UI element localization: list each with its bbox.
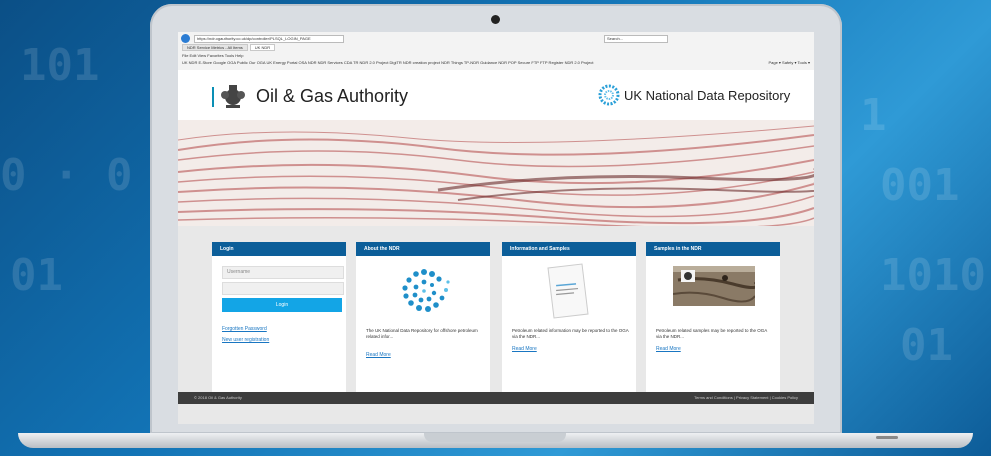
- core-sample-photo-icon: [673, 266, 755, 306]
- oga-title: Oil & Gas Authority: [256, 86, 409, 106]
- tab-uk-ndr[interactable]: UK NDR: [249, 44, 276, 51]
- seismic-banner-image: [178, 120, 814, 226]
- browser-chrome: https://ndr.ogauthority.co.uk/dp/control…: [178, 32, 814, 71]
- laptop-screen: https://ndr.ogauthority.co.uk/dp/control…: [178, 32, 814, 424]
- login-card: Login Username Login Forgotten Password …: [212, 242, 346, 398]
- web-page: Oil & Gas Authority UK National Data Rep…: [178, 70, 814, 424]
- background-binary-pattern: 0 · 0: [0, 150, 133, 201]
- samples-description: Petroleum related samples may be reporte…: [656, 328, 768, 339]
- menu-bar[interactable]: File Edit View Favorites Tools Help: [182, 53, 243, 58]
- background-binary-pattern: 1010: [880, 250, 986, 301]
- content-cards: Login Username Login Forgotten Password …: [212, 242, 780, 402]
- background-binary-pattern: 01: [10, 250, 63, 301]
- royal-crest-icon: [221, 85, 245, 108]
- laptop-indicator: [876, 436, 898, 439]
- about-card: About the NDR The UK National Data Repos…: [356, 242, 490, 398]
- about-read-more-link[interactable]: Read More: [366, 352, 391, 358]
- background-binary-pattern: 101: [20, 40, 100, 91]
- password-input[interactable]: [222, 282, 344, 295]
- about-description: The UK National Data Repository for offs…: [366, 328, 478, 339]
- footer-links[interactable]: Terms and Conditions | Privacy Statement…: [694, 392, 798, 404]
- footer-copyright: © 2018 Oil & Gas Authority: [194, 395, 242, 400]
- background-binary-pattern: 1: [860, 90, 887, 141]
- site-footer: © 2018 Oil & Gas Authority Terms and Con…: [178, 392, 814, 404]
- information-read-more-link[interactable]: Read More: [512, 346, 537, 352]
- login-heading: Login: [212, 242, 346, 256]
- document-icon: [547, 263, 589, 319]
- username-input[interactable]: Username: [222, 266, 344, 279]
- information-description: Petroleum related information may be rep…: [512, 328, 629, 339]
- samples-card: Samples in the NDR Petroleum related sam…: [646, 242, 780, 398]
- header-accent-bar: [212, 87, 214, 107]
- address-bar[interactable]: https://ndr.ogauthority.co.uk/dp/control…: [194, 35, 344, 43]
- background-binary-pattern: 001: [880, 160, 960, 211]
- back-icon[interactable]: [181, 34, 190, 43]
- samples-read-more-link[interactable]: Read More: [656, 346, 681, 352]
- background-binary-pattern: 01: [900, 320, 953, 371]
- address-row: https://ndr.ogauthority.co.uk/dp/control…: [178, 34, 814, 43]
- new-user-registration-link[interactable]: New user registration: [222, 337, 269, 343]
- laptop-frame: https://ndr.ogauthority.co.uk/dp/control…: [150, 4, 842, 434]
- laptop-notch: [424, 433, 566, 442]
- login-button[interactable]: Login: [222, 298, 342, 312]
- information-heading: Information and Samples: [502, 242, 636, 256]
- information-card: Information and Samples Petroleum relate…: [502, 242, 636, 398]
- about-heading: About the NDR: [356, 242, 490, 256]
- samples-heading: Samples in the NDR: [646, 242, 780, 256]
- favorites-bar[interactable]: UK NDR E-Store Google OGA Public Our OGA…: [182, 60, 810, 65]
- ndr-logo-icon: [598, 84, 620, 106]
- ndr-title: UK National Data Repository: [624, 88, 791, 103]
- tab-strip: NDR Service Metrics - All Items UK NDR: [182, 44, 276, 51]
- ndr-swirl-icon: [402, 269, 450, 312]
- browser-search-input[interactable]: Search...: [604, 35, 668, 43]
- site-header: Oil & Gas Authority UK National Data Rep…: [178, 70, 814, 120]
- command-bar[interactable]: Page ▾ Safety ▾ Tools ▾: [764, 60, 810, 65]
- webcam: [491, 15, 500, 24]
- tab-metrics[interactable]: NDR Service Metrics - All Items: [182, 44, 248, 51]
- forgotten-password-link[interactable]: Forgotten Password: [222, 326, 267, 332]
